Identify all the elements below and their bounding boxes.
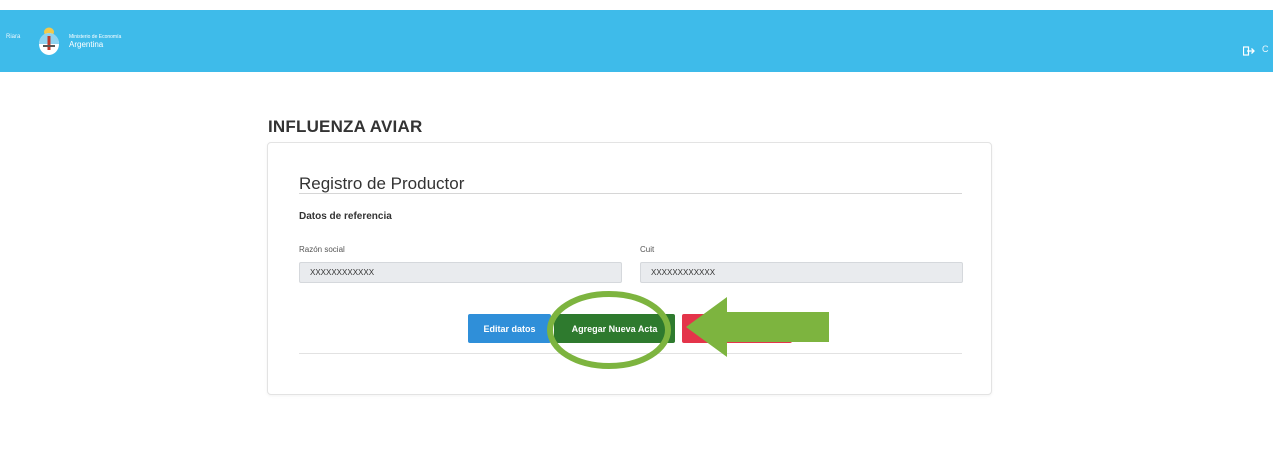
add-new-acta-button[interactable]: Agregar Nueva Acta (554, 314, 675, 343)
title-divider (299, 193, 962, 194)
red-action-button[interactable] (682, 314, 792, 343)
razon-social-field[interactable] (299, 262, 622, 283)
country-label: Argentina (69, 40, 104, 49)
header-cut-text: Riara (6, 34, 21, 40)
page-title: INFLUENZA AVIAR (268, 117, 423, 136)
form-footer-divider (299, 353, 962, 354)
logout-cut-text: C (1262, 44, 1269, 54)
edit-data-button[interactable]: Editar datos (468, 314, 551, 343)
coat-of-arms-icon (39, 27, 59, 55)
cuit-label: Cuit (640, 245, 655, 254)
form-title: Registro de Productor (299, 174, 465, 193)
cuit-field[interactable] (640, 262, 963, 283)
top-navbar: Riara Ministerio de Economía Argentina C (0, 10, 1273, 72)
sign-out-icon[interactable] (1243, 45, 1255, 57)
razon-social-label: Razón social (299, 245, 345, 254)
section-title: Datos de referencia (299, 211, 392, 222)
producer-register-card: Registro de Productor Datos de referenci… (267, 142, 992, 395)
